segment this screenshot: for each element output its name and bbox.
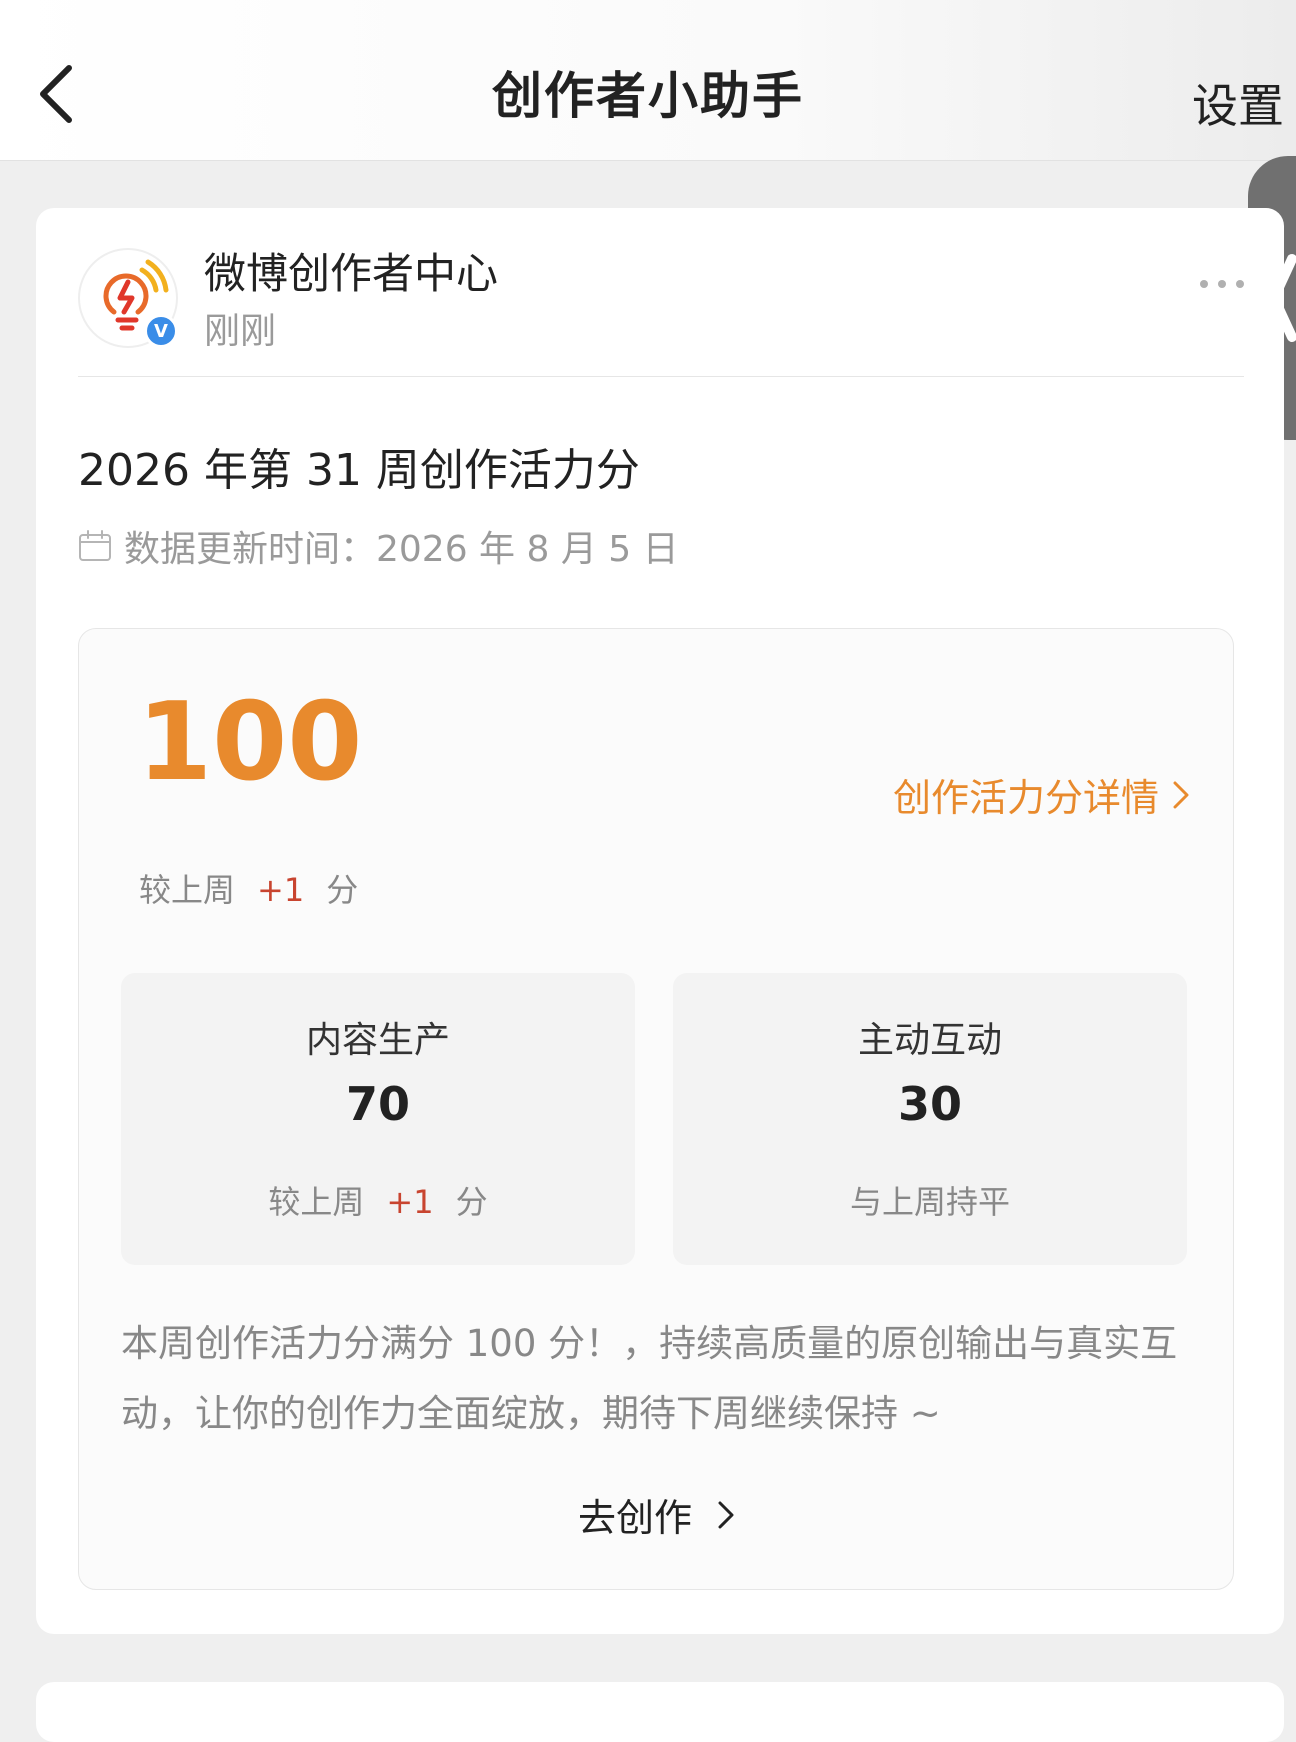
summary-text: 本周创作活力分满分 100 分！，持续高质量的原创输出与真实互动，让你的创作力全…: [121, 1322, 1178, 1435]
compare-delta: +1: [257, 871, 305, 909]
metric-value: 70: [345, 1077, 410, 1131]
compare-unit: 分: [326, 871, 359, 909]
account-name[interactable]: 微博创作者中心: [204, 240, 498, 301]
metric-value: 30: [897, 1077, 962, 1131]
settings-button[interactable]: 设置: [1192, 70, 1284, 136]
post-time: 刚刚: [204, 311, 277, 352]
score-details-link[interactable]: 创作活力分详情: [893, 767, 1189, 822]
metric-active-interaction: 主动互动 30 与上周持平: [673, 973, 1187, 1265]
top-navbar: 创作者小助手 设置: [0, 0, 1296, 161]
next-card: [36, 1682, 1284, 1742]
score-details-label: 创作活力分详情: [892, 776, 1159, 820]
score-compare: 较上周 +1 分: [139, 865, 358, 911]
compare-delta: +1: [386, 1183, 434, 1221]
dot-icon: [1200, 280, 1208, 288]
metric-content-production: 内容生产 70 较上周 +1 分: [121, 973, 635, 1265]
chevron-right-icon: [1173, 781, 1189, 808]
update-time-text: 数据更新时间：2026 年 8 月 5 日: [124, 529, 679, 570]
post-header: V 微博创作者中心 刚刚: [78, 238, 1244, 377]
calendar-icon: [79, 530, 111, 561]
go-create-label: 去创作: [577, 1496, 692, 1540]
update-time-row: 数据更新时间：2026 年 8 月 5 日: [78, 520, 679, 572]
compare-prefix: 较上周: [139, 871, 236, 909]
more-options-button[interactable]: [1200, 280, 1244, 288]
total-score: 100: [137, 680, 363, 805]
go-create-button[interactable]: 去创作: [79, 1487, 1233, 1542]
compare-unit: 分: [455, 1183, 488, 1221]
chevron-right-icon: [718, 1501, 734, 1528]
page-title: 创作者小助手: [492, 67, 804, 125]
metric-label: 内容生产: [305, 1020, 450, 1061]
dot-icon: [1218, 280, 1226, 288]
activity-score-card: V 微博创作者中心 刚刚 2026 年第 31 周创作活力分 数据更新时间：20…: [36, 208, 1284, 1634]
verified-badge-icon: V: [144, 314, 178, 348]
metric-label: 主动互动: [857, 1020, 1002, 1061]
dot-icon: [1236, 280, 1244, 288]
metric-compare: 与上周持平: [849, 1183, 1010, 1221]
compare-prefix: 较上周: [268, 1183, 365, 1221]
score-panel: 100 创作活力分详情 较上周 +1 分 内容生产 70 较上周 +1 分 主动互动 3…: [78, 628, 1234, 1590]
week-score-title: 2026 年第 31 周创作活力分: [78, 445, 640, 496]
metric-compare: 较上周 +1 分: [121, 1177, 635, 1223]
